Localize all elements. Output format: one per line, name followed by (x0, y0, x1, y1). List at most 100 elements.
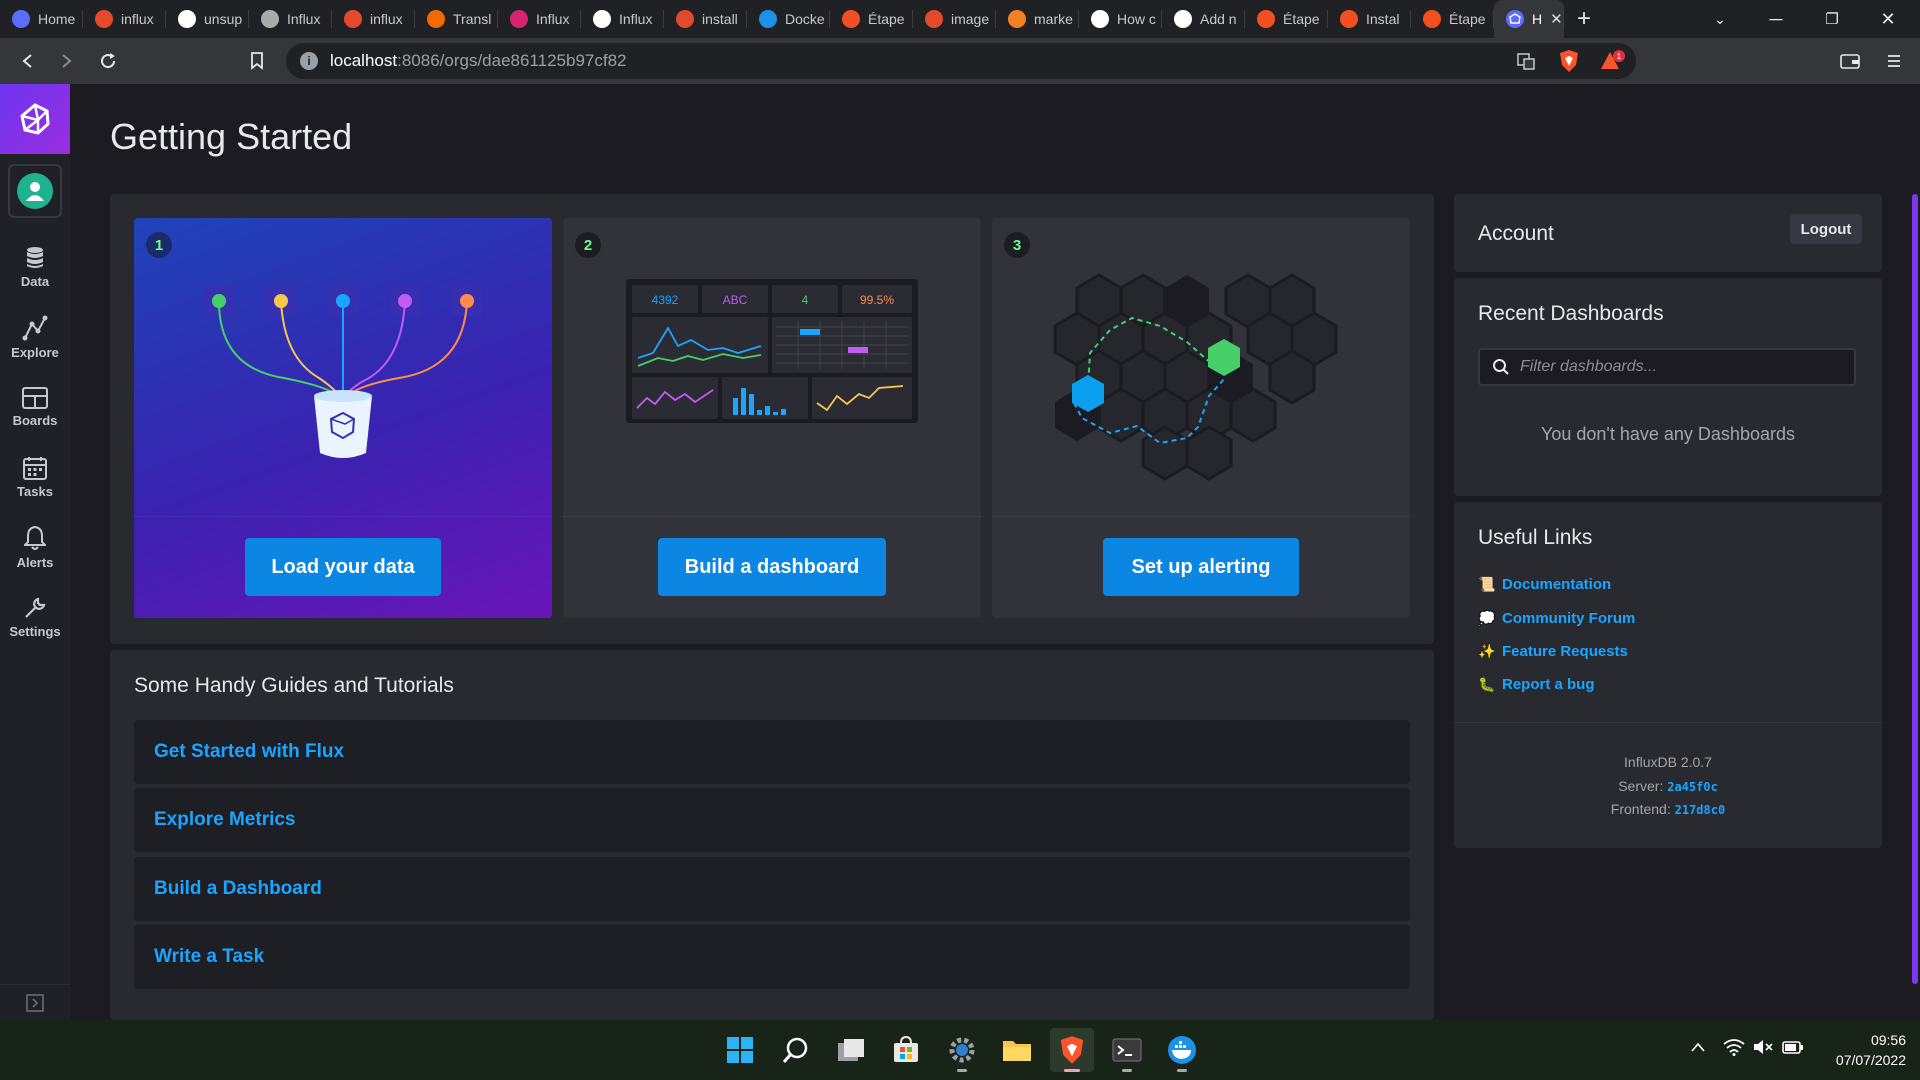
browser-tab[interactable]: Transl (415, 0, 498, 38)
search-button[interactable] (774, 1028, 818, 1072)
browser-tab[interactable]: install (664, 0, 747, 38)
restore-button[interactable]: ❐ (1804, 0, 1860, 38)
windows-taskbar: 09:56 07/07/2022 (0, 1020, 1920, 1080)
stat-3: 4 (802, 293, 809, 307)
docker-icon (759, 10, 777, 28)
chevron-up-icon[interactable] (1690, 1040, 1706, 1058)
browser-tab-title: influx (121, 11, 154, 27)
browser-tab-title: Influx (287, 11, 321, 27)
browser-tab-active[interactable]: H ✕ (1494, 0, 1564, 38)
user-avatar[interactable] (8, 164, 62, 218)
browser-tab[interactable]: Influx (581, 0, 664, 38)
influxdb-app: Data Explore Boards Tasks Alerts Setting… (0, 84, 1920, 1020)
close-window-button[interactable]: ✕ (1860, 0, 1916, 38)
collapse-nav-button[interactable] (0, 984, 70, 1020)
link-community-forum[interactable]: 💭 Community Forum (1478, 610, 1635, 627)
file-explorer-button[interactable] (995, 1028, 1039, 1072)
browser-tab[interactable]: Add n (1162, 0, 1245, 38)
terminal-button[interactable] (1105, 1028, 1149, 1072)
browser-tab-title: install (702, 11, 738, 27)
frontend-version: Frontend: 217d8c0 (1454, 801, 1882, 817)
windows-icon (1257, 10, 1275, 28)
wallet-icon (1840, 54, 1860, 69)
browser-tab[interactable]: Influx (249, 0, 332, 38)
stat-2: ABC (723, 293, 748, 307)
dashboard-icon (22, 386, 48, 409)
forward-button[interactable] (46, 41, 86, 81)
tab-search-button[interactable]: ⌄ (1692, 0, 1748, 38)
browser-tab[interactable]: Docke (747, 0, 830, 38)
page-scrollbar[interactable] (1912, 194, 1918, 984)
browser-tab[interactable]: marke (996, 0, 1079, 38)
minimize-button[interactable]: ─ (1748, 0, 1804, 38)
browser-tab[interactable]: influx (332, 0, 415, 38)
logout-button[interactable]: Logout (1790, 214, 1862, 244)
task-view-button[interactable] (829, 1028, 873, 1072)
nav-item-boards[interactable]: Boards (0, 374, 70, 440)
address-bar[interactable]: i localhost :8086/orgs/dae861125b97cf82 … (286, 43, 1636, 79)
browser-tab[interactable]: Étape (1245, 0, 1328, 38)
site-info-icon[interactable]: i (300, 52, 318, 70)
battery-icon[interactable] (1782, 1038, 1804, 1061)
browser-tab[interactable]: unsup (166, 0, 249, 38)
clock-date: 07/07/2022 (1835, 1052, 1906, 1068)
wallet-button[interactable] (1830, 41, 1870, 81)
nav-item-settings[interactable]: Settings (0, 584, 70, 650)
doc-icon (1174, 10, 1192, 28)
frontend-hash: 217d8c0 (1674, 803, 1726, 817)
nav-item-tasks[interactable]: Tasks (0, 444, 70, 510)
translate-icon[interactable] (1516, 51, 1536, 76)
browser-tab[interactable]: image (913, 0, 996, 38)
wifi-icon[interactable] (1723, 1038, 1745, 1061)
guide-link[interactable]: Explore Metrics (134, 788, 1410, 852)
nav-item-explore[interactable]: Explore (0, 304, 70, 370)
guide-link[interactable]: Get Started with Flux (134, 720, 1410, 784)
start-button[interactable] (718, 1028, 762, 1072)
link-report-bug[interactable]: 🐛 Report a bug (1478, 676, 1595, 693)
stat-4: 99.5% (860, 293, 894, 307)
brave-taskbar-button[interactable] (1050, 1028, 1094, 1072)
settings-app-button[interactable] (940, 1028, 984, 1072)
running-indicator (1064, 1069, 1080, 1072)
guides-heading: Some Handy Guides and Tutorials (134, 674, 454, 697)
set-up-alerting-button[interactable]: Set up alerting (1103, 538, 1299, 596)
browser-tab[interactable]: How c (1079, 0, 1162, 38)
nav-item-label: Tasks (17, 483, 53, 499)
close-tab-icon[interactable]: ✕ (1550, 10, 1563, 28)
browser-tab[interactable]: Home (0, 0, 83, 38)
speaker-muted-icon[interactable] (1752, 1038, 1774, 1061)
nav-item-alerts[interactable]: Alerts (0, 514, 70, 580)
browser-menu-button[interactable] (1874, 41, 1914, 81)
guide-link[interactable]: Build a Dashboard (134, 857, 1410, 921)
brave-rewards-icon[interactable]: 1 (1600, 49, 1626, 78)
brave-shields-icon[interactable] (1558, 49, 1580, 78)
nav-item-data[interactable]: Data (0, 234, 70, 300)
reload-button[interactable] (88, 41, 128, 81)
back-button[interactable] (8, 41, 48, 81)
filter-dashboards-input[interactable] (1520, 358, 1840, 376)
browser-tab-title: Influx (536, 11, 570, 27)
influx-icon (1506, 10, 1524, 28)
browser-tab[interactable]: Instal (1328, 0, 1411, 38)
link-label: Feature Requests (1502, 643, 1628, 660)
store-button[interactable] (884, 1028, 928, 1072)
browser-tab[interactable]: Étape (830, 0, 913, 38)
browser-tab[interactable]: influx (83, 0, 166, 38)
system-clock[interactable]: 09:56 07/07/2022 (1836, 1030, 1906, 1070)
link-feature-requests[interactable]: ✨ Feature Requests (1478, 643, 1628, 660)
docker-button[interactable] (1160, 1028, 1204, 1072)
browser-tab-title: How c (1117, 11, 1156, 27)
browser-tab[interactable]: Influx (498, 0, 581, 38)
guide-link[interactable]: Write a Task (134, 925, 1410, 989)
new-tab-button[interactable]: + (1564, 0, 1604, 38)
getting-started-panel: 1 Load your data 2 4392 ABC 4 99.5% Buil… (110, 194, 1434, 644)
load-data-button[interactable]: Load your data (245, 538, 441, 596)
thought-bubble-icon: 💭 (1478, 610, 1496, 626)
bookmark-button[interactable] (237, 41, 277, 81)
influxdb-logo[interactable] (0, 84, 70, 154)
build-dashboard-button[interactable]: Build a dashboard (658, 538, 886, 596)
running-indicator (1177, 1069, 1187, 1072)
filter-dashboards-field[interactable] (1478, 348, 1856, 386)
browser-tab[interactable]: Étape (1411, 0, 1494, 38)
link-documentation[interactable]: 📜 Documentation (1478, 576, 1611, 593)
